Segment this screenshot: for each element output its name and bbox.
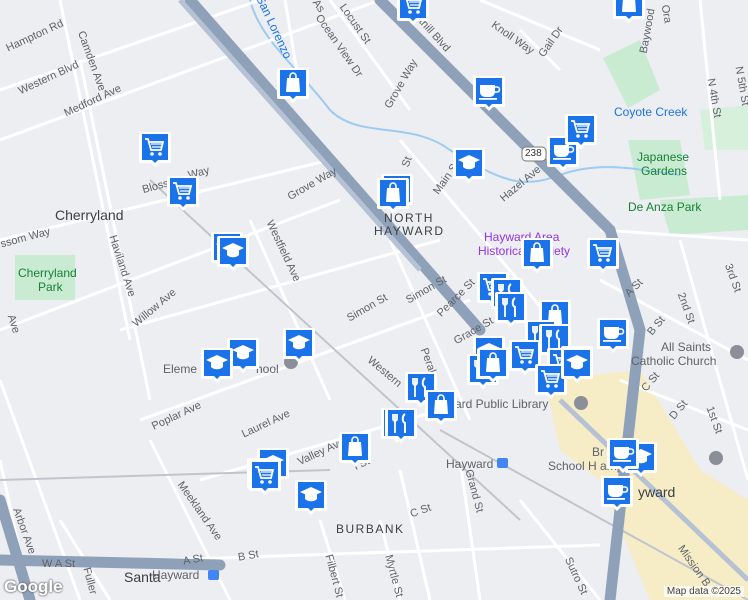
place-label-cherryland: Cherryland	[55, 207, 124, 223]
shopping-cart-marker[interactable]	[248, 458, 282, 496]
poi-label-all-saints-1[interactable]: All Saints	[661, 340, 711, 354]
train-station-icon	[497, 458, 508, 468]
amtrak-station-icon	[208, 570, 219, 580]
green-area-right	[700, 105, 748, 150]
shopping-cart-marker[interactable]	[396, 0, 430, 26]
route-238-label: 238	[525, 148, 542, 159]
place-label-hayward: HAYWARD	[374, 224, 445, 238]
shopping-bag-marker[interactable]	[476, 346, 510, 384]
utensils-marker[interactable]	[494, 290, 528, 328]
graduation-cap-marker[interactable]	[216, 234, 250, 272]
shopping-bag-marker[interactable]	[376, 176, 410, 214]
map-data-attribution[interactable]: Map data ©2025	[663, 586, 744, 597]
coffee-marker[interactable]	[596, 316, 630, 354]
map-canvas[interactable]: Cherryland NORTH HAYWARD BURBANK yward S…	[0, 0, 748, 600]
street-label-w-a-st: W A St	[42, 558, 76, 570]
shopping-cart-marker[interactable]	[564, 112, 598, 150]
shopping-bag-icon	[622, 0, 636, 12]
school-icon	[709, 451, 723, 465]
poi-label-hayward-station[interactable]: Hayward	[446, 457, 493, 471]
graduation-cap-marker[interactable]	[200, 346, 234, 384]
poi-label-cherryland-park-2[interactable]: Park	[38, 280, 63, 294]
place-label-burbank: BURBANK	[336, 522, 405, 536]
shopping-cart-marker[interactable]	[138, 130, 172, 168]
shopping-bag-marker[interactable]	[612, 0, 646, 24]
coffee-marker[interactable]	[600, 474, 634, 512]
poi-label-all-saints-2[interactable]: Catholic Church	[631, 354, 716, 368]
park-area	[603, 40, 660, 108]
graduation-cap-marker[interactable]	[294, 478, 328, 516]
shopping-bag-marker[interactable]	[424, 388, 458, 426]
utensils-marker[interactable]	[384, 406, 418, 444]
google-logo: Google	[4, 577, 63, 596]
church-icon	[730, 345, 744, 359]
graduation-cap-marker[interactable]	[282, 326, 316, 364]
poi-label-cherryland-park-1[interactable]: Cherryland	[18, 266, 77, 280]
coffee-marker[interactable]	[606, 436, 640, 474]
place-label-hayward-downtown: yward	[638, 484, 676, 500]
shopping-cart-marker[interactable]	[586, 236, 620, 274]
poi-label-coyote-creek[interactable]: Coyote Creek	[614, 105, 687, 119]
coffee-marker[interactable]	[472, 74, 506, 112]
shopping-bag-marker[interactable]	[276, 66, 310, 104]
poi-label-japanese-2[interactable]: Gardens	[641, 164, 687, 178]
library-icon	[574, 396, 588, 410]
shopping-bag-marker[interactable]	[338, 430, 372, 468]
graduation-cap-marker[interactable]	[560, 346, 594, 384]
graduation-cap-marker[interactable]	[452, 146, 486, 184]
poi-label-japanese-1[interactable]: Japanese	[637, 150, 689, 164]
shopping-cart-marker[interactable]	[166, 174, 200, 212]
poi-label-hayward-amtrak[interactable]: Hayward	[152, 568, 199, 582]
shopping-bag-marker[interactable]	[520, 236, 554, 274]
poi-label-de-anza[interactable]: De Anza Park	[628, 200, 701, 214]
